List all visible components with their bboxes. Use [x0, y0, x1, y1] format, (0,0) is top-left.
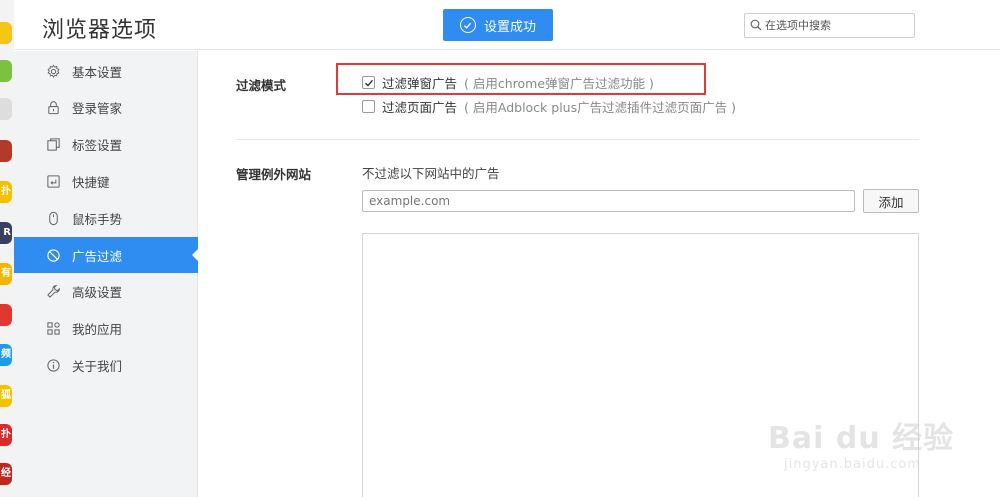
- header-bar: 浏览器选项 设置成功: [14, 0, 1000, 50]
- apps-icon: [46, 321, 61, 336]
- sidebar-item-tab-settings[interactable]: 标签设置: [14, 126, 198, 162]
- baidu-watermark: Bai du 经验 jingyan.baidu.com: [760, 409, 960, 479]
- exceptions-description: 不过滤以下网站中的广告: [362, 166, 500, 181]
- sidebar-item-advanced-settings[interactable]: 高级设置: [14, 273, 198, 309]
- taskbar-app-icon[interactable]: 扑: [0, 424, 12, 446]
- search-input[interactable]: [765, 16, 910, 35]
- sidebar-item-label: 标签设置: [72, 137, 123, 153]
- taskbar-app-icon[interactable]: 狐: [0, 385, 12, 407]
- filter-mode-label: 过滤模式: [236, 78, 287, 93]
- taskbar-app-icon[interactable]: 经: [0, 463, 12, 485]
- gear-icon: [46, 64, 61, 79]
- watermark-sub-text: jingyan.baidu.com: [784, 457, 921, 472]
- success-toast: 设置成功: [443, 9, 553, 41]
- sidebar-item-label: 广告过滤: [72, 248, 123, 264]
- section-divider: [236, 139, 919, 140]
- left-app-taskbar: 扑 R 有 频 狐 扑 经: [0, 0, 14, 497]
- keyboard-icon: [46, 174, 61, 189]
- toast-text: 设置成功: [483, 19, 536, 35]
- page-ad-filter-note: ( 启用Adblock plus广告过滤插件过滤页面广告 ): [464, 100, 736, 115]
- popup-ad-filter-note: ( 启用chrome弹窗广告过滤功能 ): [464, 76, 654, 91]
- exceptions-label: 管理例外网站: [236, 167, 312, 182]
- lock-icon: [46, 100, 61, 115]
- taskbar-app-icon[interactable]: R: [0, 222, 12, 244]
- taskbar-app-icon[interactable]: [0, 98, 12, 120]
- page-ad-filter-label: 过滤页面广告: [382, 100, 458, 115]
- taskbar-app-icon[interactable]: [0, 22, 12, 44]
- sidebar-item-ad-filter[interactable]: 广告过滤: [14, 237, 199, 273]
- sidebar-item-label: 鼠标手势: [72, 211, 123, 227]
- sidebar-item-label: 我的应用: [72, 321, 123, 337]
- search-icon: [750, 19, 762, 31]
- sidebar-item-label: 基本设置: [72, 64, 123, 80]
- sidebar-item-label: 关于我们: [72, 358, 123, 374]
- sidebar-item-my-apps[interactable]: 我的应用: [14, 310, 198, 346]
- sidebar-item-login-manager[interactable]: 登录管家: [14, 89, 198, 125]
- exception-site-input[interactable]: [362, 190, 855, 212]
- sidebar-item-shortcuts[interactable]: 快捷键: [14, 163, 198, 199]
- page-ad-filter-checkbox[interactable]: [362, 100, 375, 113]
- taskbar-app-icon[interactable]: [0, 304, 12, 326]
- page-ad-filter-option[interactable]: 过滤页面广告 ( 启用Adblock plus广告过滤插件过滤页面广告 ): [362, 97, 736, 116]
- sidebar-item-mouse-gestures[interactable]: 鼠标手势: [14, 200, 198, 236]
- tabs-icon: [46, 137, 61, 152]
- mouse-icon: [46, 211, 61, 226]
- block-icon: [46, 248, 61, 263]
- sidebar-item-label: 登录管家: [72, 100, 123, 116]
- popup-ad-filter-option[interactable]: 过滤弹窗广告 ( 启用chrome弹窗广告过滤功能 ): [362, 73, 654, 92]
- sidebar-item-label: 快捷键: [72, 174, 110, 190]
- options-search[interactable]: [744, 13, 915, 38]
- popup-ad-filter-label: 过滤弹窗广告: [382, 76, 458, 91]
- taskbar-app-icon[interactable]: [0, 60, 12, 82]
- add-site-button[interactable]: 添加: [863, 189, 919, 213]
- sidebar-item-label: 高级设置: [72, 284, 123, 300]
- info-icon: [46, 358, 61, 373]
- watermark-main-text: Bai du 经验: [768, 421, 955, 456]
- taskbar-app-icon[interactable]: 有: [0, 263, 12, 285]
- sidebar-item-about-us[interactable]: 关于我们: [14, 347, 198, 383]
- checkmark-icon: [364, 79, 373, 87]
- taskbar-app-icon[interactable]: 扑: [0, 181, 12, 203]
- popup-ad-filter-checkbox[interactable]: [362, 76, 375, 89]
- page-title: 浏览器选项: [42, 18, 158, 43]
- taskbar-app-icon[interactable]: [0, 140, 12, 162]
- check-circle-icon: [459, 17, 476, 33]
- taskbar-app-icon[interactable]: 频: [0, 344, 12, 366]
- sidebar-item-basic-settings[interactable]: 基本设置: [14, 53, 198, 89]
- settings-sidebar: 基本设置 登录管家 标签设置 快捷键 鼠标手势 广告过滤 高级设置 我的应用 关…: [14, 51, 199, 497]
- wrench-icon: [46, 284, 61, 299]
